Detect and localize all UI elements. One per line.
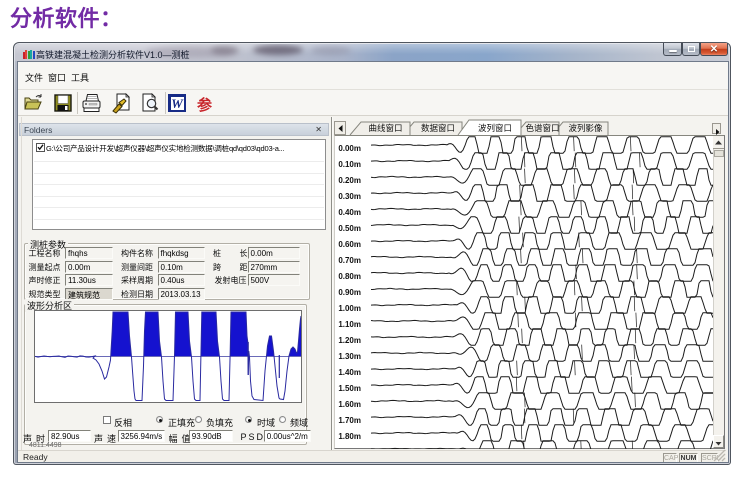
svg-text:0.00m: 0.00m (338, 144, 361, 153)
svg-text:0.70m: 0.70m (338, 256, 361, 265)
svg-text:1.50m: 1.50m (338, 384, 361, 393)
svg-text:1.10m: 1.10m (338, 320, 361, 329)
svg-text:波列影像: 波列影像 (568, 123, 603, 133)
svg-text:1.30m: 1.30m (338, 352, 361, 361)
svg-text:1.80m: 1.80m (338, 432, 361, 441)
svg-text:0.60m: 0.60m (338, 240, 361, 249)
svg-text:1.20m: 1.20m (338, 336, 361, 345)
svg-text:0.80m: 0.80m (338, 272, 361, 281)
svg-text:数据窗口: 数据窗口 (421, 123, 455, 133)
svg-text:曲线窗口: 曲线窗口 (368, 123, 402, 133)
svg-text:1.70m: 1.70m (338, 416, 361, 425)
svg-text:1.40m: 1.40m (338, 368, 361, 377)
svg-text:1.00m: 1.00m (338, 304, 361, 313)
svg-text:1.60m: 1.60m (338, 400, 361, 409)
svg-text:0.20m: 0.20m (338, 176, 361, 185)
svg-text:0.40m: 0.40m (338, 208, 361, 217)
svg-text:0.30m: 0.30m (338, 192, 361, 201)
svg-text:波列窗口: 波列窗口 (478, 123, 512, 133)
svg-text:色谱窗口: 色谱窗口 (525, 123, 559, 133)
svg-text:0.50m: 0.50m (338, 224, 361, 233)
svg-text:0.90m: 0.90m (338, 288, 361, 297)
svg-text:0.10m: 0.10m (338, 160, 361, 169)
